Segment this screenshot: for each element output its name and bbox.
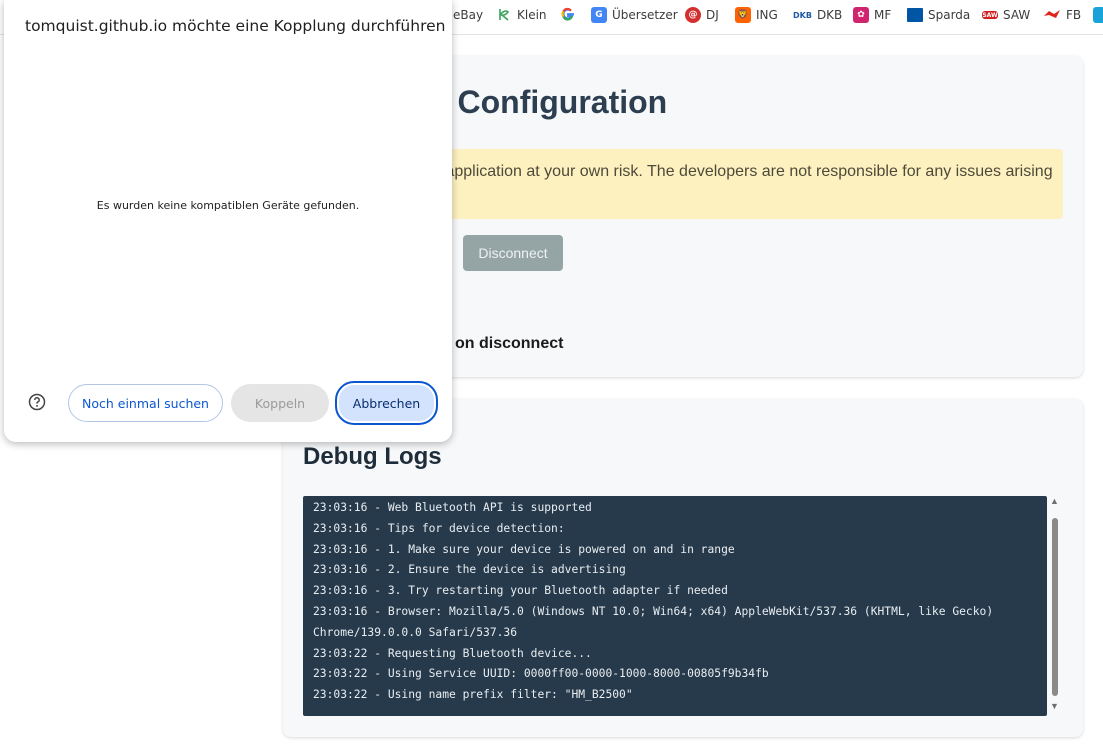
debug-logs-heading: Debug Logs <box>303 443 442 470</box>
bookmark-saw[interactable]: SAW SAW <box>982 0 1030 30</box>
bookmark-label: Klein <box>517 8 547 22</box>
mf-icon: ✿ <box>853 7 869 23</box>
log-line: Chrome/139.0.0.0 Safari/537.36 <box>313 625 518 639</box>
scrollbar-thumb[interactable] <box>1052 518 1058 696</box>
debug-log-output[interactable]: 23:03:16 - Web Bluetooth API is supporte… <box>303 496 1047 716</box>
bookmark-dkb[interactable]: DKB DKB <box>793 0 842 30</box>
ing-icon: 🦁 <box>735 7 751 23</box>
bookmark-sparda[interactable]: Sparda <box>907 0 970 30</box>
google-icon <box>560 6 576 25</box>
bookmark-label: DKB <box>816 8 843 22</box>
klein-icon <box>496 6 512 25</box>
bookmark-label: Übersetzer <box>612 8 678 22</box>
bookmark-label: ING <box>756 8 778 22</box>
bookmark-translate[interactable]: G Übersetzer <box>591 0 678 30</box>
log-line: 23:03:16 - Browser: Mozilla/5.0 (Windows… <box>313 604 994 618</box>
rescan-button[interactable]: Noch einmal suchen <box>68 384 223 422</box>
log-line: 23:03:16 - 2. Ensure the device is adver… <box>313 563 626 577</box>
translate-icon: G <box>591 7 607 23</box>
bookmark-google[interactable] <box>560 0 576 30</box>
bookmark-klein[interactable]: Klein <box>496 0 547 30</box>
pair-button[interactable]: Koppeln <box>231 384 329 422</box>
bookmark-extra-icon <box>1093 7 1103 23</box>
bookmark-dj[interactable]: @ DJ <box>685 0 719 30</box>
log-scrollbar[interactable]: ▲ ▼ <box>1049 496 1061 716</box>
log-line: 23:03:22 - Using name prefix filter: "HM… <box>313 688 633 702</box>
scroll-down-icon[interactable]: ▼ <box>1050 701 1059 711</box>
log-line: 23:03:16 - Tips for device detection: <box>313 521 565 535</box>
bookmark-ebay[interactable]: eBay <box>453 0 483 30</box>
bookmark-label: Sparda <box>928 8 971 22</box>
bookmark-extra[interactable] <box>1093 0 1103 30</box>
bookmark-label: FB <box>1066 8 1082 22</box>
help-icon[interactable] <box>28 393 46 411</box>
fb-icon <box>1043 8 1061 23</box>
bookmark-fb[interactable]: FB <box>1043 0 1081 30</box>
dialog-title: tomquist.github.io möchte eine Kopplung … <box>25 17 446 35</box>
log-line: 23:03:22 - Using Service UUID: 0000ff00-… <box>313 667 769 681</box>
bookmark-ing[interactable]: 🦁 ING <box>735 0 778 30</box>
disconnect-option-label: on disconnect <box>455 335 564 352</box>
bookmark-label: eBay <box>453 8 484 22</box>
cancel-button[interactable]: Abbrechen <box>335 381 438 425</box>
saw-icon: SAW <box>982 11 998 19</box>
sparda-icon <box>907 8 923 22</box>
bookmark-mf[interactable]: ✿ MF <box>853 0 891 30</box>
disconnect-button[interactable]: Disconnect <box>463 235 563 271</box>
no-devices-message: Es wurden keine kompatiblen Geräte gefun… <box>96 199 360 212</box>
scroll-up-icon[interactable]: ▲ <box>1050 496 1059 506</box>
bookmark-label: MF <box>874 8 892 22</box>
bluetooth-pairing-dialog: tomquist.github.io möchte eine Kopplung … <box>4 0 452 442</box>
bookmark-label: DJ <box>706 8 719 22</box>
log-line: 23:03:22 - Requesting Bluetooth device..… <box>313 646 592 660</box>
log-line: 23:03:16 - Web Bluetooth API is supporte… <box>313 501 592 514</box>
log-line: 23:03:16 - 1. Make sure your device is p… <box>313 542 735 556</box>
debug-logs-card: Debug Logs 23:03:16 - Web Bluetooth API … <box>283 399 1083 737</box>
bookmark-label: SAW <box>1003 8 1031 22</box>
log-line: 23:03:16 - 3. Try restarting your Blueto… <box>313 584 728 598</box>
dkb-icon: DKB <box>793 10 812 20</box>
dj-icon: @ <box>685 7 701 23</box>
